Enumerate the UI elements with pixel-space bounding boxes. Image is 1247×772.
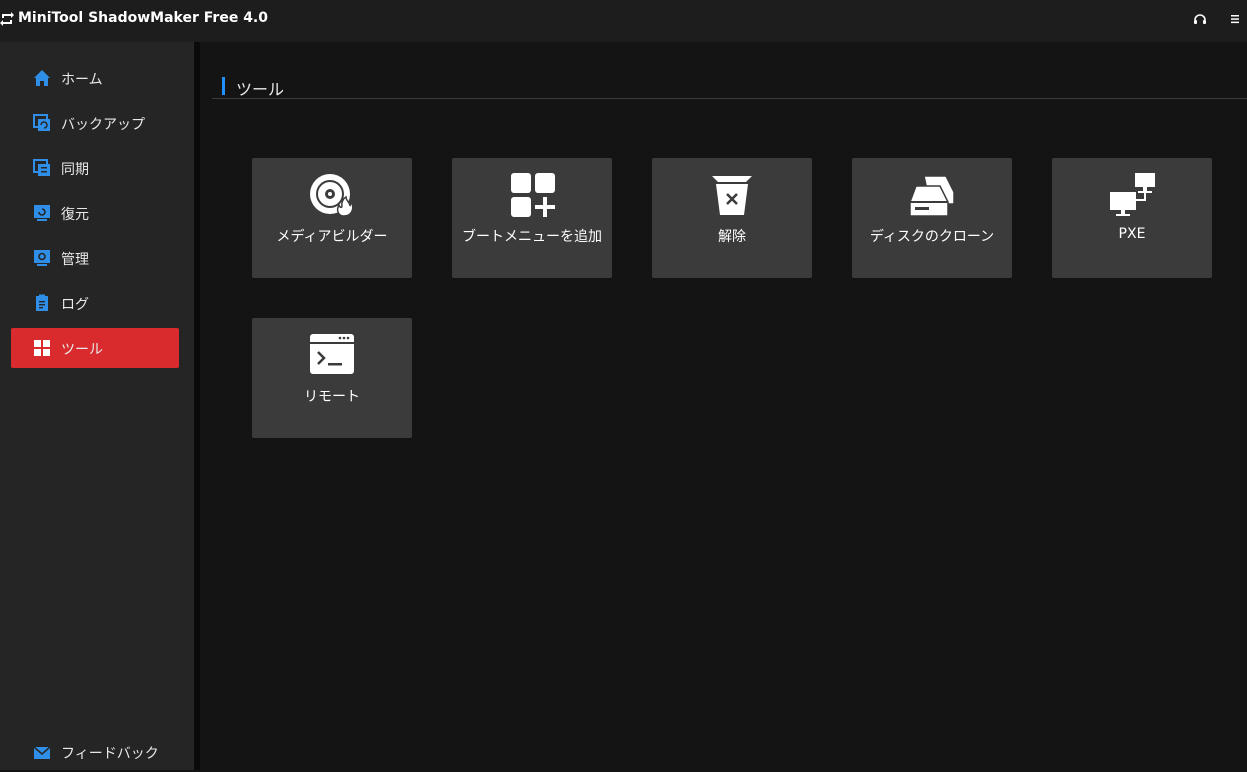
sidebar-item-sync[interactable]: 同期 (11, 148, 179, 188)
sidebar-item-label: 同期 (61, 162, 89, 178)
add-boot-menu-icon (511, 173, 555, 217)
app-title: MiniTool ShadowMaker Free 4.0 (18, 10, 268, 26)
sidebar-item-tools[interactable]: ツール (11, 328, 179, 368)
pxe-network-icon (1110, 173, 1155, 216)
sync-icon (33, 159, 50, 176)
tool-label: ブートメニューを追加 (462, 229, 602, 245)
sidebar-item-label: バックアップ (61, 117, 145, 133)
feedback-label: フィードバック (61, 746, 159, 762)
section-accent-bar (222, 77, 225, 95)
sidebar-item-label: 管理 (61, 252, 89, 268)
title-bar: MiniTool ShadowMaker Free 4.0 (0, 0, 1247, 42)
restore-icon (34, 205, 50, 221)
page-title: ツール (236, 80, 285, 99)
tool-label: 解除 (718, 229, 746, 245)
sidebar-item-log[interactable]: ログ (11, 283, 179, 323)
sidebar-item-label: ホーム (61, 72, 103, 88)
tool-disk-clone[interactable]: ディスクのクローン (852, 158, 1012, 278)
unmount-icon (712, 176, 752, 215)
section-header: ツール (222, 76, 1247, 99)
sidebar-item-restore[interactable]: 復元 (11, 193, 179, 233)
home-icon (34, 70, 50, 86)
sidebar-item-label: ログ (61, 297, 89, 313)
menu-icon[interactable] (1228, 12, 1242, 26)
mail-icon (33, 746, 51, 759)
media-builder-disc-icon (310, 174, 354, 217)
tool-remote[interactable]: リモート (252, 318, 412, 438)
app-logo-icon (0, 12, 14, 26)
sidebar-item-backup[interactable]: バックアップ (11, 103, 179, 143)
feedback-button[interactable]: フィードバック (11, 732, 179, 772)
tool-label: PXE (1118, 226, 1146, 242)
sidebar-item-manage[interactable]: 管理 (11, 238, 179, 278)
section-divider (212, 98, 1247, 99)
log-icon (36, 294, 48, 311)
tool-label: ディスクのクローン (869, 229, 995, 245)
tool-unmount[interactable]: 解除 (652, 158, 812, 278)
manage-icon (34, 250, 50, 266)
backup-icon (33, 114, 50, 131)
headset-support-icon[interactable] (1193, 12, 1207, 26)
sidebar-divider (194, 42, 200, 770)
tool-label: メディアビルダー (276, 229, 388, 245)
sidebar-item-label: 復元 (61, 207, 89, 223)
sidebar-item-label: ツール (61, 342, 103, 358)
tool-pxe[interactable]: PXE (1052, 158, 1212, 278)
sidebar-item-home[interactable]: ホーム (11, 58, 179, 98)
sidebar: ホーム バックアップ 同期 復元 管理 ログ ツール フィードバック (0, 42, 194, 770)
tool-media-builder[interactable]: メディアビルダー (252, 158, 412, 278)
tool-add-boot-menu[interactable]: ブートメニューを追加 (452, 158, 612, 278)
tool-label: リモート (304, 389, 360, 405)
tools-icon (34, 340, 50, 356)
disk-clone-icon (909, 175, 955, 217)
remote-terminal-icon (310, 334, 354, 374)
